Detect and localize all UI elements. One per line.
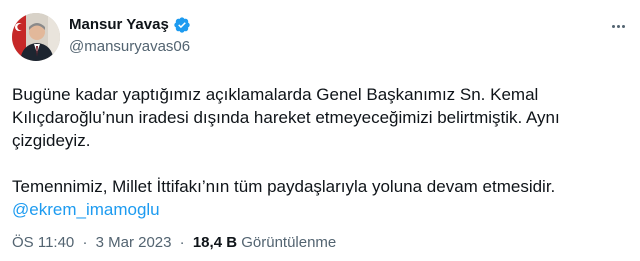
tweet-text: Bugüne kadar yaptığımız açıklamalarda Ge… (12, 83, 628, 221)
meta-separator: · (179, 234, 185, 251)
tweet-line: Kılıçdaroğlu’nun iradesi dışında hareket… (12, 108, 560, 127)
views-count: 18,4 B (192, 234, 238, 251)
meta-separator: · (82, 234, 88, 251)
views-label: Görüntülenme (241, 234, 337, 251)
author-handle[interactable]: @mansuryavas06 (69, 37, 190, 57)
tweet-date[interactable]: 3 Mar 2023 (96, 234, 172, 251)
avatar[interactable] (12, 13, 60, 61)
tweet-line: çizgideyiz. (12, 131, 91, 150)
verified-badge-icon[interactable] (173, 16, 191, 34)
author-name[interactable]: Mansur Yavaş (69, 15, 169, 35)
author-name-row[interactable]: Mansur Yavaş (69, 15, 191, 35)
tweet-line: Temennimiz, Millet İttifakı’nın tüm payd… (12, 177, 556, 196)
avatar-image (12, 13, 60, 61)
more-options-icon[interactable] (608, 16, 628, 36)
more-dot (616, 24, 620, 28)
more-dot (611, 24, 615, 28)
more-dot (621, 24, 625, 28)
tweet-line: Bugüne kadar yaptığımız açıklamalarda Ge… (12, 85, 539, 104)
tweet-meta: ÖS 11:40 · 3 Mar 2023 · 18,4 B Görüntüle… (12, 233, 336, 253)
mention-link[interactable]: @ekrem_imamoglu (12, 200, 160, 219)
tweet-time[interactable]: ÖS 11:40 (12, 234, 74, 251)
